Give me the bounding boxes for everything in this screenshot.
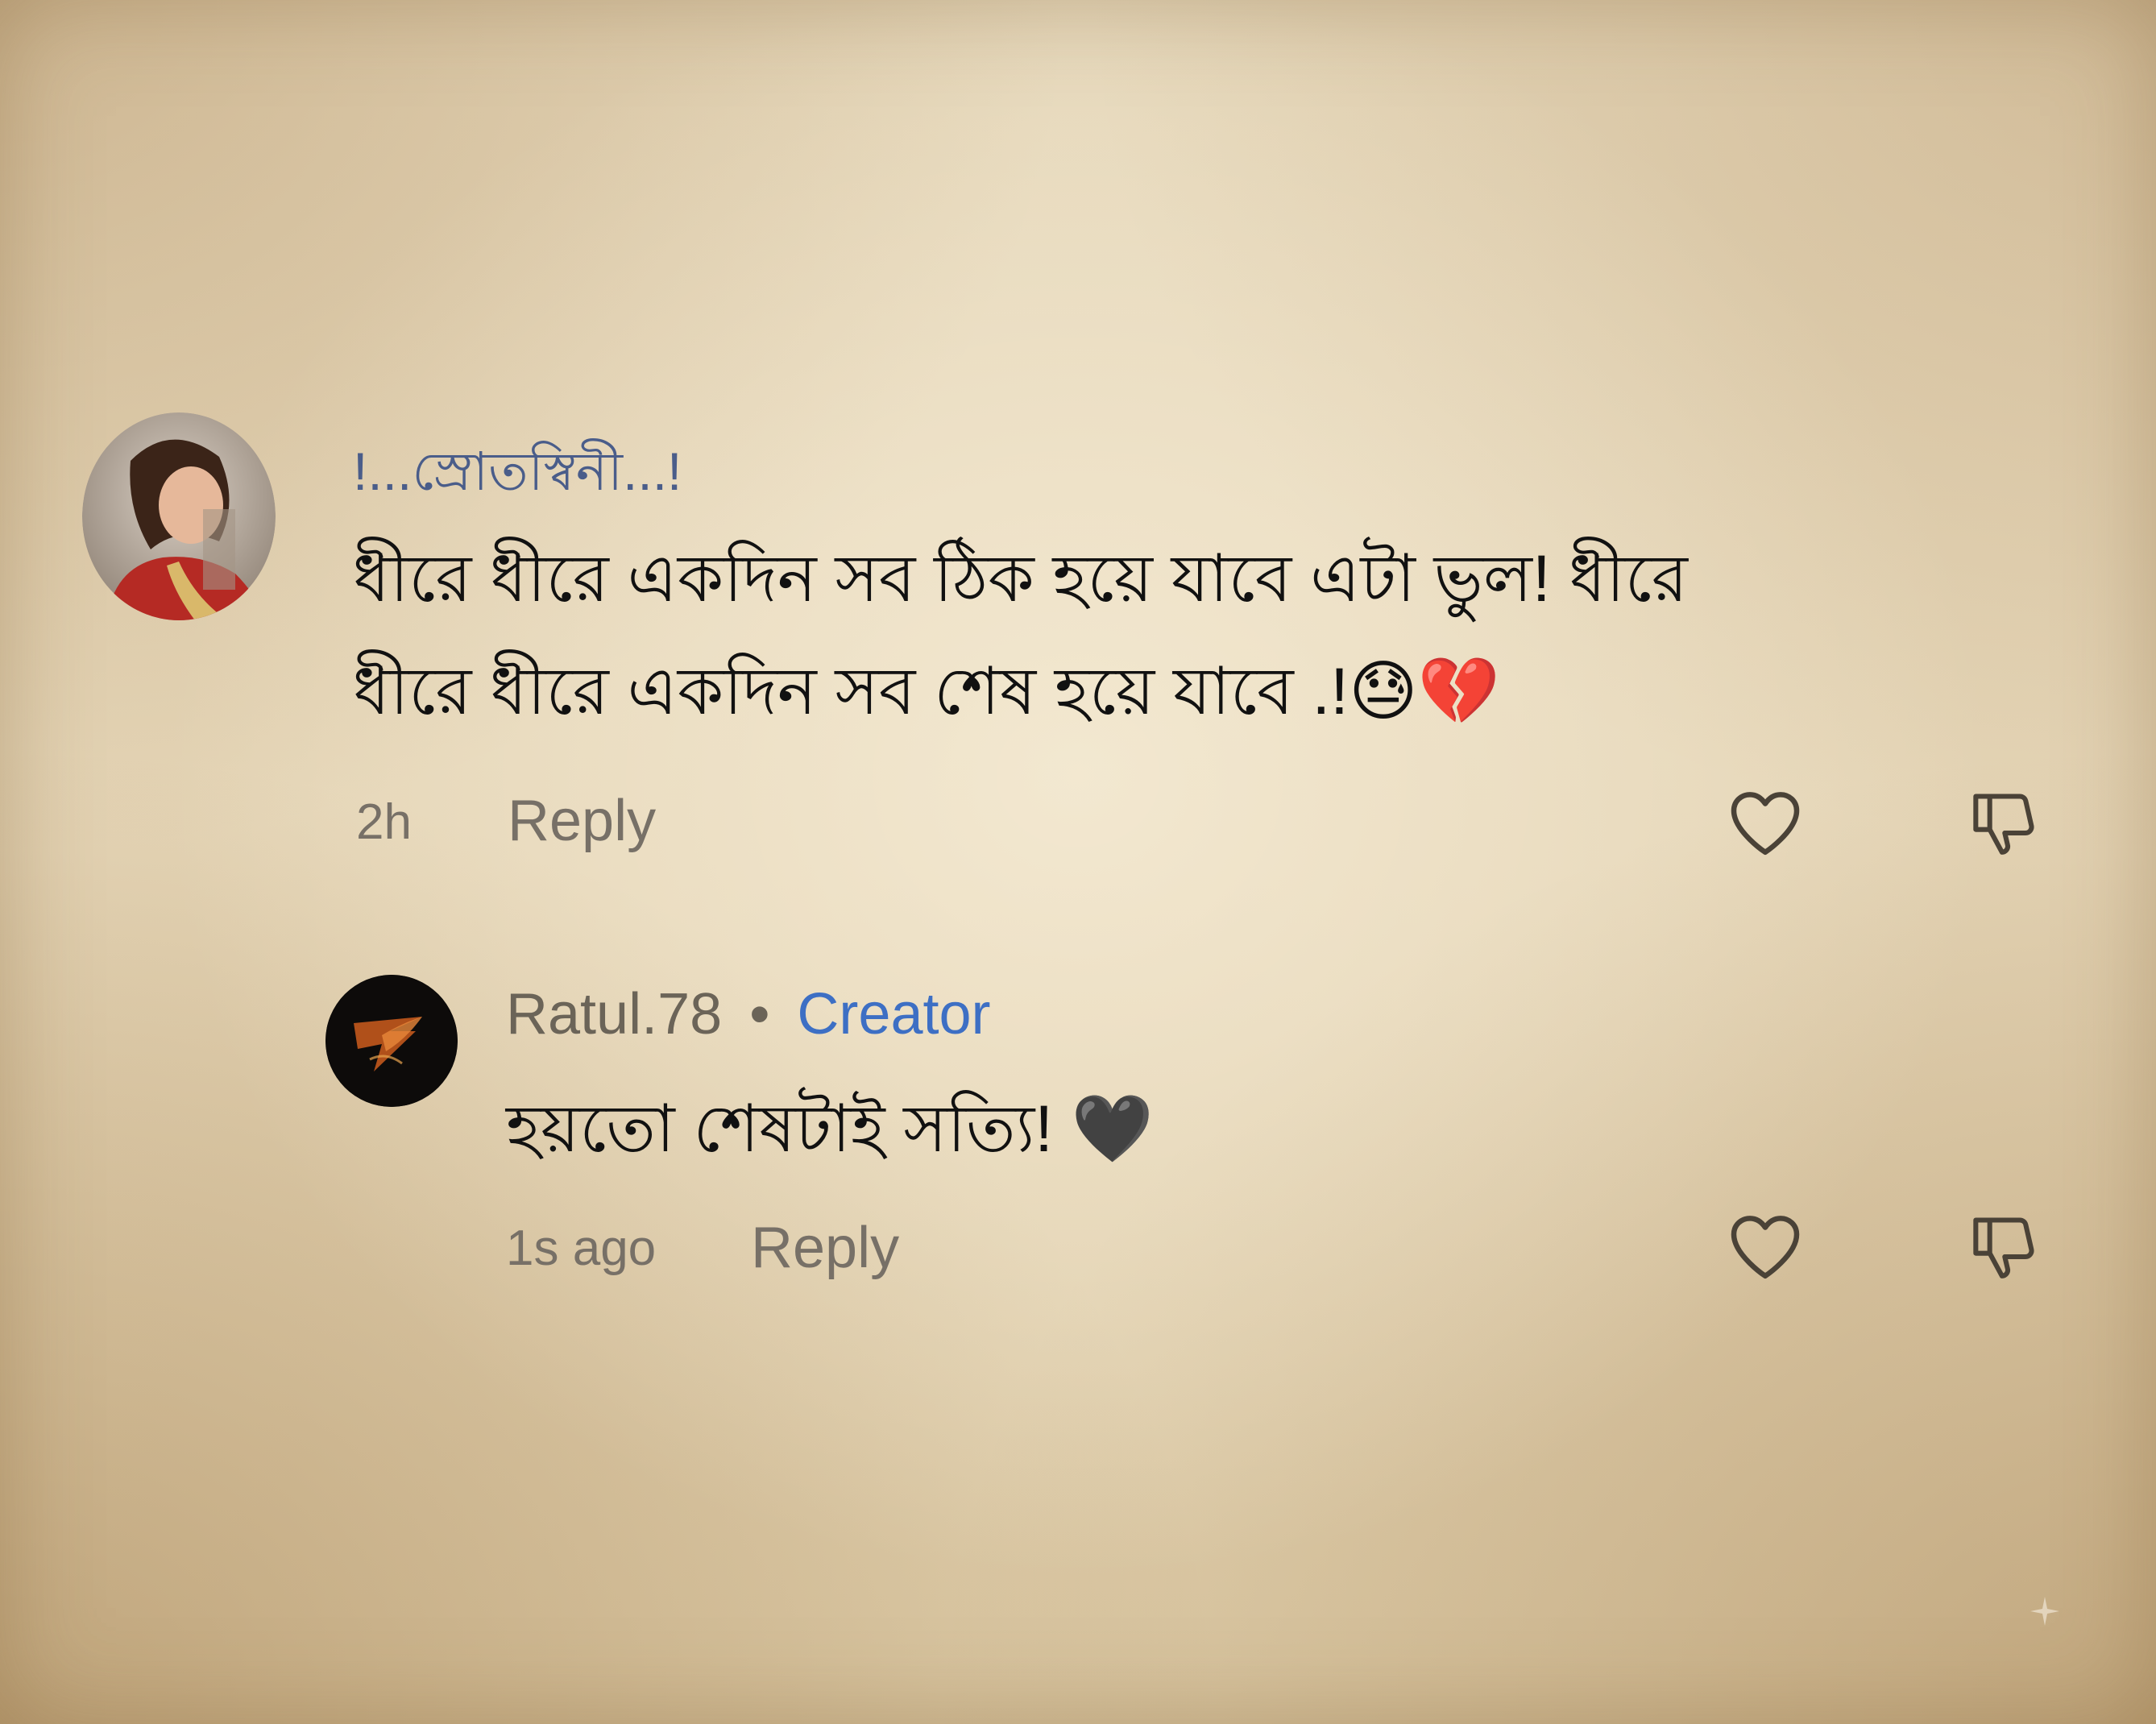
like-button[interactable] (1721, 1202, 1810, 1291)
separator-dot: • (749, 982, 770, 1046)
comment-username-line: Ratul.78 • Creator (506, 981, 991, 1047)
fire-logo-avatar-icon (325, 975, 458, 1107)
sparkle-watermark-icon (2029, 1595, 2061, 1627)
heart-outline-icon (1731, 1216, 1800, 1279)
creator-badge: Creator (797, 982, 991, 1046)
comment-username[interactable]: Ratul.78 (506, 982, 722, 1046)
comment-time: 1s ago (506, 1220, 657, 1276)
dislike-button[interactable] (1959, 1202, 2048, 1291)
thumbs-down-outline-icon (1973, 1217, 2034, 1278)
comment-2-reply: Ratul.78 • Creator হয়তো শেষটাই সত্যি! 🖤… (0, 0, 2156, 1724)
avatar[interactable] (325, 975, 458, 1107)
comment-text: হয়তো শেষটাই সত্যি! 🖤 (506, 1092, 1154, 1166)
reply-button[interactable]: Reply (751, 1215, 899, 1281)
